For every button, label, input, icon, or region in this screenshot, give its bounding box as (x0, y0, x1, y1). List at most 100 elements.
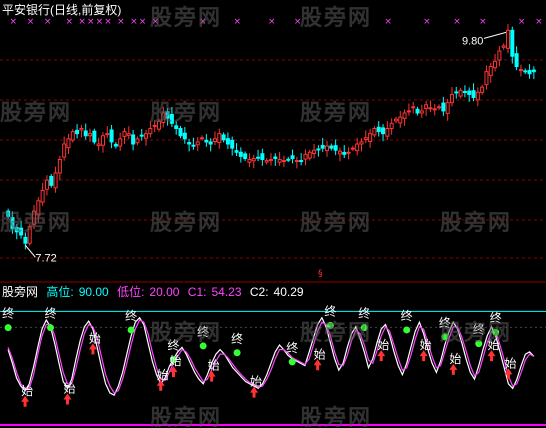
signal-marker: × (535, 17, 543, 27)
signal-marker: × (479, 17, 487, 27)
candle-body (191, 144, 196, 147)
candle-body (92, 130, 97, 143)
candle-body (212, 138, 217, 143)
candle-body (514, 53, 519, 68)
end-signal-dot (47, 324, 55, 332)
candle-body (406, 110, 411, 113)
candle-body (428, 107, 433, 110)
end-signal-dot (360, 324, 368, 332)
candle-body (113, 143, 118, 147)
candle-body (256, 156, 261, 159)
candle-body (437, 106, 442, 109)
start-signal-label: 始 (504, 356, 516, 370)
candle-body (36, 200, 41, 216)
candle-body (178, 128, 183, 137)
candle-body (307, 151, 312, 159)
candle-body (105, 133, 110, 136)
signal-marker: × (87, 17, 95, 27)
low-value: 20.00 (149, 285, 180, 299)
candle-body (518, 69, 523, 72)
chart-stage: 9.80 7.72 × × × × × × × × × × × × × × × × × × × × × × § 终始终始始终始终始… (0, 0, 546, 428)
end-signal-dot (199, 342, 207, 350)
end-signal-dot (475, 340, 483, 348)
candle-body (238, 151, 243, 157)
end-signal-dot (127, 326, 135, 334)
candle-body (221, 134, 226, 141)
end-signal-label: 终 (401, 308, 413, 323)
candle-body (251, 157, 256, 162)
candle-body (88, 133, 93, 137)
candle-body (523, 70, 528, 73)
candle-body (135, 138, 140, 144)
start-signal-label: 始 (157, 368, 169, 382)
signal-marker: × (384, 17, 392, 27)
candle-body (187, 142, 192, 145)
candle-body (83, 130, 88, 137)
candle-body (268, 159, 274, 162)
signal-marker: × (152, 17, 160, 27)
candle-body (531, 69, 536, 73)
candle-body (260, 153, 265, 160)
candle-body (109, 129, 114, 143)
end-signal-label: 终 (324, 303, 336, 318)
candle-body (40, 190, 45, 203)
candle-body (169, 113, 174, 124)
candle-body (66, 138, 71, 149)
signal-marker: × (44, 17, 52, 27)
candle-body (411, 106, 416, 109)
start-signal-label: 始 (21, 384, 33, 398)
candle-body (350, 147, 355, 150)
signal-marker: × (294, 17, 302, 27)
candle-body (337, 150, 342, 155)
start-signal-label: 始 (487, 338, 499, 352)
signal-marker: × (268, 17, 276, 27)
signal-marker: × (27, 17, 35, 27)
signal-marker: × (104, 17, 112, 27)
start-signal-label: 始 (377, 338, 389, 352)
candle-body (385, 128, 390, 137)
candle-body (505, 29, 510, 49)
candle-body (49, 175, 54, 186)
end-signal-label: 终 (167, 338, 179, 353)
candle-body (432, 108, 437, 111)
candle-body (10, 217, 15, 230)
end-signal-label: 终 (358, 306, 370, 321)
candle-body (316, 148, 321, 151)
candle-body (454, 91, 459, 94)
candle-body (156, 120, 161, 130)
high-value: 90.00 (78, 285, 109, 299)
candle-body (126, 133, 131, 136)
candle-body (96, 143, 101, 147)
candle-body (44, 179, 49, 190)
candle-body (165, 111, 170, 119)
candle-body (376, 126, 381, 133)
candle-body (79, 128, 84, 131)
candle-body (161, 112, 166, 124)
start-signal-label: 始 (314, 347, 326, 361)
signal-marker: × (130, 17, 138, 27)
candle-body (247, 159, 252, 163)
candle-body (497, 50, 502, 61)
candle-body (174, 125, 179, 129)
candle-body (484, 71, 489, 86)
c2-value: 40.29 (273, 285, 304, 299)
candle-body (27, 226, 32, 244)
bottom-marker: § (318, 269, 323, 279)
candle-body (62, 143, 67, 158)
candle-body (195, 141, 200, 146)
candle-body (424, 104, 429, 109)
c1-label: C1: (187, 285, 207, 299)
signal-marker: × (234, 17, 242, 27)
signal-marker: × (139, 17, 147, 27)
candle-body (393, 118, 398, 122)
candle-body (139, 134, 144, 137)
min-pointer-line (25, 244, 36, 258)
end-signal-label: 终 (125, 308, 137, 323)
candle-body (475, 91, 480, 101)
candle-body (230, 139, 235, 149)
candle-body (243, 153, 248, 159)
signal-marker: × (453, 17, 461, 27)
candle-body (441, 102, 446, 112)
candle-body (70, 131, 75, 141)
candle-body (294, 160, 299, 163)
